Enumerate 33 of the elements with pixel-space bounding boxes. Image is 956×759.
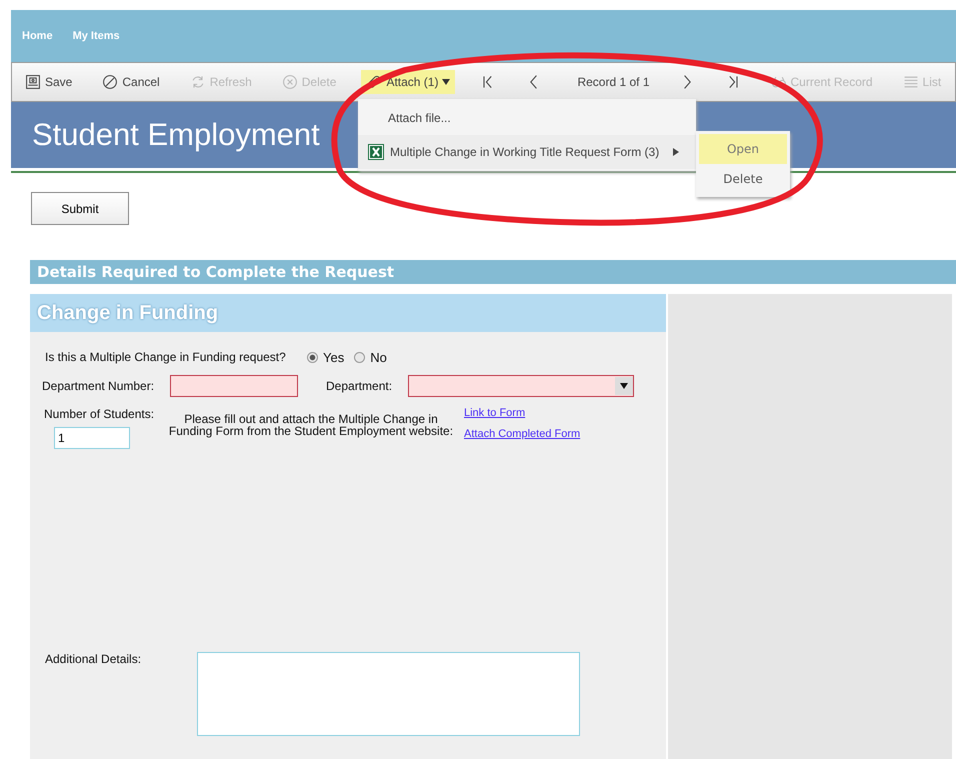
menu-item[interactable]: Attach file... [358, 103, 696, 133]
instructions-text: Please fill out and attach the Multiple Change in Funding Form from the Student Employment website: [168, 413, 454, 440]
submenu-item[interactable]: Delete [699, 164, 787, 194]
record-counter: Record 1 of 1 [576, 74, 651, 91]
spreadsheet-icon [368, 144, 384, 160]
delete-icon [282, 74, 298, 90]
cancel-icon [102, 74, 118, 90]
section-title: Details Required to Complete the Request [37, 263, 394, 281]
students-field[interactable]: 1 [54, 427, 130, 449]
list-icon [902, 74, 919, 90]
department-number-field[interactable] [170, 375, 298, 397]
save-button[interactable]: Save [20, 70, 78, 94]
submit-button[interactable]: Submit [31, 192, 129, 225]
caret-icon [442, 79, 450, 85]
form-link[interactable]: Attach Completed Form [464, 428, 580, 440]
menu-item[interactable]: Multiple Change in Working Title Request Form (3) [358, 135, 696, 169]
field-label: Department: [326, 379, 394, 393]
field-label: Number of Students: [44, 407, 156, 421]
field-label: Additional Details: [45, 652, 142, 668]
binoculars-icon [770, 74, 787, 90]
save-icon [25, 74, 41, 90]
field-label: Department Number: [42, 379, 156, 393]
cancel-button[interactable]: Cancel [97, 70, 165, 94]
submenu-item[interactable]: Open [699, 134, 787, 164]
page-title: Student Employment [32, 117, 320, 153]
submenu-arrow-icon [673, 148, 680, 156]
radio-option[interactable]: No [354, 350, 387, 364]
question-label: Is this a Multiple Change in Funding request? [45, 350, 287, 364]
department-dropdown[interactable] [408, 375, 634, 397]
form-link[interactable]: Link to Form [464, 407, 580, 419]
radio-option[interactable]: Yes [307, 350, 344, 364]
panel-title: Change in Funding [37, 302, 218, 324]
additional-details-field[interactable] [197, 652, 580, 736]
